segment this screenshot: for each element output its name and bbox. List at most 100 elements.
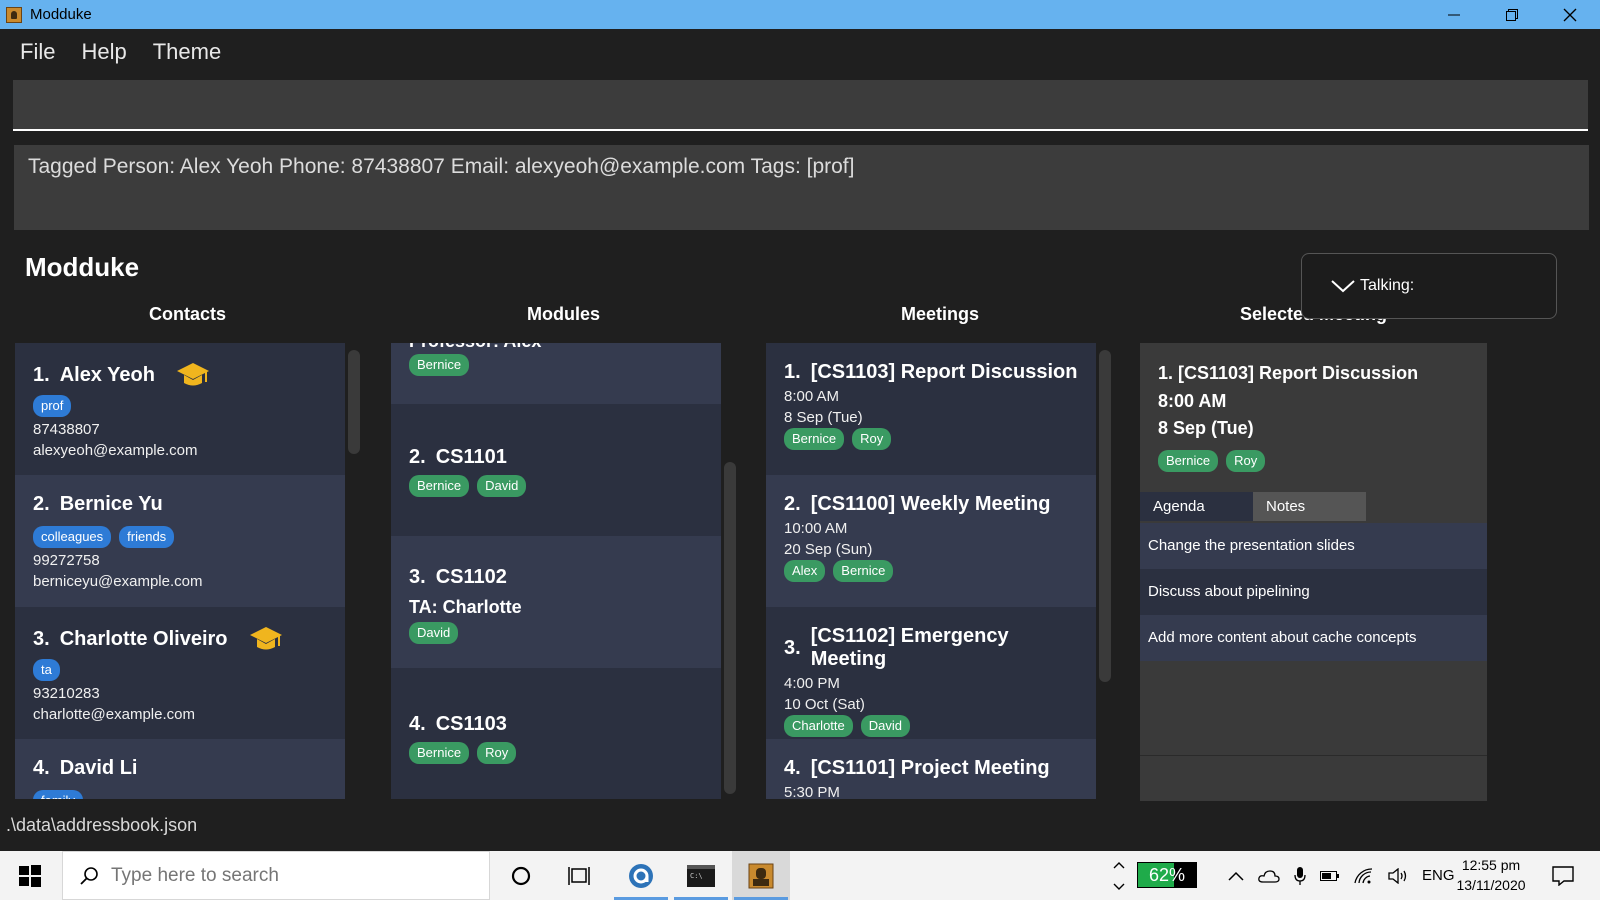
module-code: CS1103	[435, 713, 507, 735]
modules-scrollbar[interactable]	[724, 462, 736, 794]
contacts-scrollbar[interactable]	[348, 350, 360, 454]
module-tag: Roy	[477, 742, 517, 764]
meeting-date: 8 Sep (Tue)	[784, 409, 863, 426]
app-icon	[6, 6, 22, 23]
menu-bar: File Help Theme	[0, 29, 1600, 75]
minimize-button[interactable]	[1425, 0, 1483, 29]
meeting-tag: Roy	[852, 428, 892, 450]
save-location: .\data\addressbook.json	[6, 815, 198, 835]
app-heading: Modduke	[25, 252, 140, 282]
agenda-item[interactable]: Add more content about cache concepts	[1140, 615, 1487, 661]
notification-center-button[interactable]	[1552, 851, 1574, 900]
title-bar: Modduke	[0, 0, 1600, 29]
minimize-icon	[1448, 14, 1460, 15]
selected-meeting-date: 8 Sep (Tue)	[1158, 418, 1254, 438]
taskbar-app-terminal[interactable]: C:\	[672, 851, 730, 900]
meeting-card[interactable]: 3. [CS1102] Emergency Meeting 4:00 PM 10 …	[766, 607, 1096, 739]
svg-text:C:\: C:\	[690, 872, 703, 880]
contact-email: berniceyu@example.com	[33, 573, 203, 590]
window-title: Modduke	[30, 6, 92, 23]
menu-theme[interactable]: Theme	[153, 39, 221, 65]
task-view-icon	[568, 866, 590, 885]
wifi-icon[interactable]	[1354, 867, 1374, 884]
talking-label: Talking:	[1360, 277, 1415, 294]
selected-meeting-panel: 1. [CS1103] Report Discussion 8:00 AM 8 …	[1140, 343, 1487, 801]
cloud-icon[interactable]	[1258, 869, 1280, 883]
modules-list[interactable]: Professor: Alex Bernice 2. CS1101 Bernice…	[391, 343, 721, 799]
tray-scroll[interactable]	[1110, 851, 1128, 900]
cortana-button[interactable]	[492, 851, 550, 900]
module-card[interactable]: 4. CS1103 Bernice Roy	[391, 668, 721, 799]
start-button[interactable]	[0, 851, 60, 900]
browser-icon	[629, 863, 653, 888]
taskbar-app-browser[interactable]	[612, 851, 670, 900]
restore-button[interactable]	[1483, 0, 1541, 29]
module-card[interactable]: 3. CS1102 TA: Charlotte David	[391, 536, 721, 668]
contact-name: Bernice Yu	[59, 493, 163, 515]
taskbar-search[interactable]	[62, 851, 490, 900]
command-box	[13, 80, 1588, 131]
taskbar-clock[interactable]: 12:55 pm 13/11/2020	[1449, 855, 1533, 895]
meeting-index: 2.	[784, 493, 801, 515]
contact-tag: ta	[33, 659, 60, 681]
command-input[interactable]	[13, 80, 1588, 129]
close-button[interactable]	[1541, 0, 1599, 29]
restore-icon	[1506, 8, 1518, 21]
contact-card[interactable]: 4. David Li family	[15, 739, 345, 799]
talking-popup[interactable]: Talking:	[1301, 253, 1557, 319]
clock-date: 13/11/2020	[1456, 877, 1526, 893]
task-view-button[interactable]	[551, 851, 609, 900]
module-card[interactable]: 2. CS1101 Bernice David	[391, 404, 721, 536]
module-code: CS1102	[435, 566, 507, 588]
meeting-tag: Charlotte	[784, 715, 853, 737]
contact-index: 1.	[33, 363, 50, 386]
close-icon	[1563, 8, 1577, 21]
terminal-icon: C:\	[687, 864, 715, 887]
meeting-card[interactable]: 4. [CS1101] Project Meeting 5:30 PM	[766, 739, 1096, 799]
meeting-card[interactable]: 1. [CS1103] Report Discussion 8:00 AM 8 S…	[766, 343, 1096, 475]
agenda-item[interactable]: Change the presentation slides	[1140, 523, 1487, 569]
contact-card[interactable]: 3. Charlotte Oliveiro ta 93210283 charlot…	[15, 607, 345, 739]
battery-icon[interactable]	[1320, 870, 1340, 882]
meeting-title: [CS1102] Emergency Meeting	[810, 625, 1009, 670]
graduation-cap-icon	[249, 627, 282, 650]
meetings-header: Meetings	[900, 304, 979, 324]
tab-agenda[interactable]: Agenda	[1140, 492, 1253, 521]
search-icon	[80, 866, 98, 885]
contact-card[interactable]: 2. Bernice Yu colleagues friends 99272758 …	[15, 475, 345, 607]
volume-icon[interactable]	[1388, 867, 1408, 884]
tab-notes[interactable]: Notes	[1253, 492, 1366, 521]
graduation-cap-icon	[176, 363, 209, 386]
contact-index: 3.	[33, 627, 50, 650]
menu-help[interactable]: Help	[81, 39, 126, 65]
result-display: Tagged Person: Alex Yeoh Phone: 87438807…	[14, 145, 1589, 230]
microphone-icon[interactable]	[1294, 866, 1306, 885]
app-icon	[748, 863, 774, 888]
taskbar-search-input[interactable]	[111, 864, 441, 887]
module-tag: David	[409, 622, 459, 644]
battery-percent: 62%	[1148, 864, 1186, 885]
contact-email: alexyeoh@example.com	[33, 442, 198, 459]
agenda-item[interactable]: Discuss about pipelining	[1140, 569, 1487, 615]
contact-tag: colleagues	[33, 526, 112, 548]
battery-indicator[interactable]: 62%	[1137, 862, 1197, 888]
contact-email: charlotte@example.com	[33, 706, 195, 723]
contact-tag: family	[33, 790, 83, 799]
selected-meeting-tag: Bernice	[1158, 450, 1219, 472]
clock-time: 12:55 pm	[1461, 857, 1521, 873]
chevron-down-icon	[1113, 883, 1125, 890]
meeting-card[interactable]: 2. [CS1100] Weekly Meeting 10:00 AM 20 Se…	[766, 475, 1096, 607]
contacts-list[interactable]: 1. Alex Yeoh prof 87438807 alexyeoh@examp…	[15, 343, 345, 799]
meeting-date: 20 Sep (Sun)	[784, 541, 873, 558]
meetings-list[interactable]: 1. [CS1103] Report Discussion 8:00 AM 8 S…	[766, 343, 1096, 799]
contact-name: David Li	[59, 757, 138, 779]
meetings-scrollbar[interactable]	[1099, 350, 1111, 682]
taskbar-app-modduke[interactable]	[732, 851, 790, 900]
contact-index: 2.	[33, 493, 50, 515]
contact-phone: 99272758	[33, 552, 100, 569]
menu-file[interactable]: File	[20, 39, 55, 65]
chevron-up-icon[interactable]	[1228, 871, 1244, 881]
module-professor: Professor: Alex	[409, 343, 703, 352]
module-card[interactable]: Professor: Alex Bernice	[391, 343, 721, 404]
contact-card[interactable]: 1. Alex Yeoh prof 87438807 alexyeoh@examp…	[15, 343, 345, 475]
